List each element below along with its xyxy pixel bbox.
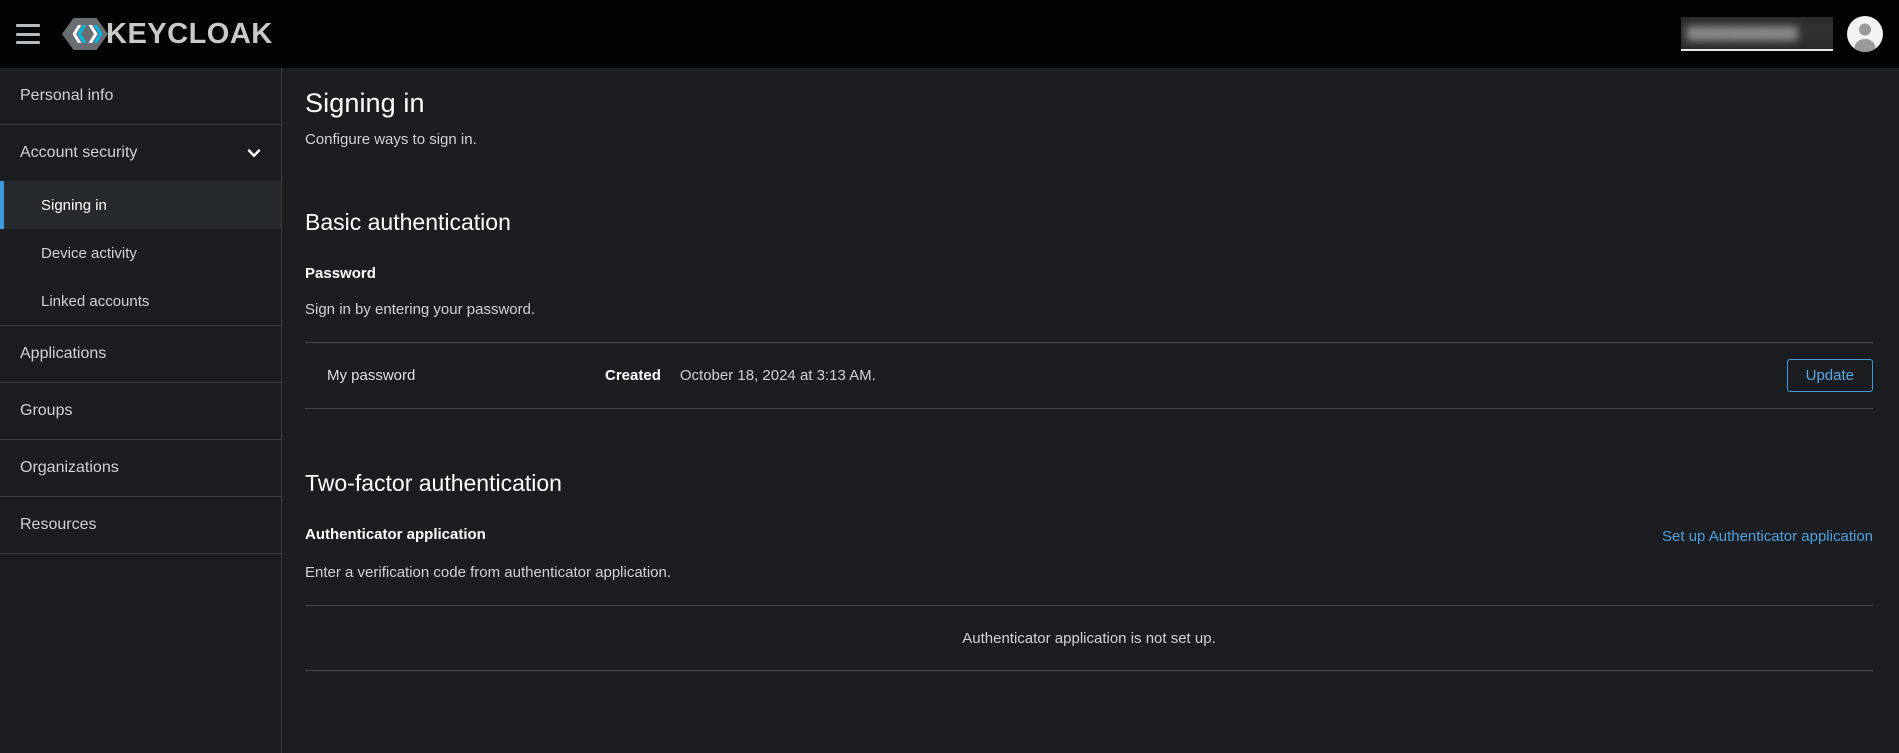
user-avatar-icon[interactable]: [1847, 16, 1883, 52]
sidebar-item-label: Account security: [20, 144, 138, 161]
sidebar-item-label: Groups: [20, 402, 73, 419]
credential-help-authenticator: Enter a verification code from authentic…: [305, 564, 672, 581]
sidebar-item-label: Device activity: [41, 244, 137, 262]
credential-created-label: Created: [605, 367, 661, 384]
sidebar-item-label: Resources: [20, 516, 97, 533]
setup-authenticator-link[interactable]: Set up Authenticator application: [1662, 526, 1873, 545]
sidebar-item-groups[interactable]: Groups: [0, 383, 281, 439]
credential-row-password: My password Created October 18, 2024 at …: [305, 343, 1873, 408]
nav-section-personal: Personal info: [0, 68, 281, 125]
hamburger-bar: [16, 32, 40, 36]
page-subtitle: Configure ways to sign in.: [305, 131, 477, 148]
hamburger-icon[interactable]: [16, 24, 40, 44]
hamburger-bar: [16, 24, 40, 27]
credential-label: My password: [327, 367, 416, 384]
nav-section-account-security: Account security Signing in Device activ…: [0, 125, 281, 326]
hamburger-bar: [16, 41, 40, 44]
brand-link[interactable]: KEYCLOAK: [62, 0, 273, 68]
page-title: Signing in: [305, 88, 425, 118]
update-password-button[interactable]: Update: [1786, 359, 1873, 392]
nav-section-resources: Resources: [0, 497, 281, 554]
nav-section-organizations: Organizations: [0, 440, 281, 497]
masthead: KEYCLOAK ████████████: [0, 0, 1899, 68]
divider: [305, 670, 1873, 671]
sidebar-item-linked-accounts[interactable]: Linked accounts: [0, 277, 281, 325]
sidebar-item-account-security[interactable]: Account security: [0, 125, 281, 181]
sidebar-item-personal-info[interactable]: Personal info: [0, 68, 281, 124]
sidebar-item-organizations[interactable]: Organizations: [0, 440, 281, 496]
section-heading-basic-authentication: Basic authentication: [305, 209, 511, 235]
username-redacted-text: ████████████: [1687, 26, 1798, 41]
sidebar-item-label: Signing in: [41, 196, 107, 214]
sidebar-item-device-activity[interactable]: Device activity: [0, 229, 281, 277]
sidebar-navigation: Personal info Account security Signing i…: [0, 68, 282, 753]
sidebar-item-label: Organizations: [20, 459, 119, 476]
avatar-person-glyph: [1854, 23, 1876, 52]
divider: [305, 408, 1873, 409]
masthead-toolbar: ████████████: [1681, 16, 1899, 52]
empty-state-message: Authenticator application is not set up.: [962, 629, 1216, 647]
credential-help-password: Sign in by entering your password.: [305, 301, 536, 318]
sidebar-item-label: Applications: [20, 345, 107, 362]
authenticator-header-row: Authenticator application Set up Authent…: [305, 526, 1873, 545]
keycloak-hexagon-logo: [62, 18, 108, 50]
sidebar-item-applications[interactable]: Applications: [0, 326, 281, 382]
main-content: Signing in Configure ways to sign in. Ba…: [283, 68, 1899, 753]
username-dropdown[interactable]: ████████████: [1681, 17, 1833, 51]
credential-title-authenticator: Authenticator application: [305, 526, 486, 543]
sidebar-item-label: Linked accounts: [41, 292, 150, 310]
sidebar-item-resources[interactable]: Resources: [0, 497, 281, 553]
credential-created-value: October 18, 2024 at 3:13 AM.: [679, 367, 876, 384]
sidebar-item-signing-in[interactable]: Signing in: [0, 181, 281, 229]
sidebar-item-label: Personal info: [20, 87, 114, 104]
brand-text: KEYCLOAK: [106, 17, 273, 50]
nav-section-groups: Groups: [0, 383, 281, 440]
authenticator-empty-state: Authenticator application is not set up.: [305, 606, 1873, 670]
nav-section-applications: Applications: [0, 326, 281, 383]
chevron-down-icon[interactable]: [247, 146, 261, 160]
section-heading-two-factor-authentication: Two-factor authentication: [305, 470, 562, 496]
credential-title-password: Password: [305, 265, 376, 282]
